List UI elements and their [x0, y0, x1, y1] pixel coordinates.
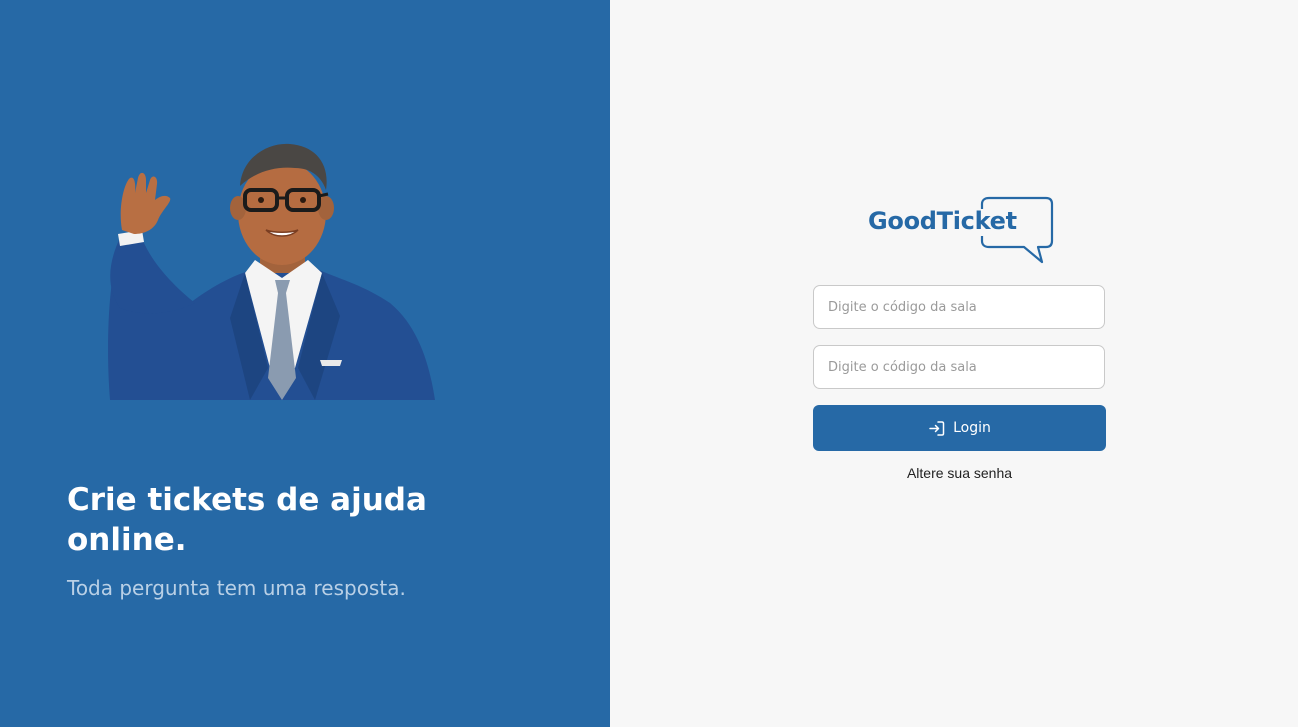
brand-name: GoodTicket — [868, 207, 1017, 235]
login-icon — [929, 420, 945, 436]
login-page: Crie tickets de ajuda online. Toda pergu… — [0, 0, 1298, 727]
hero-panel: Crie tickets de ajuda online. Toda pergu… — [0, 0, 610, 727]
room-code-input[interactable] — [813, 285, 1105, 329]
login-button-label: Login — [953, 420, 991, 436]
room-code-input-2[interactable] — [813, 345, 1105, 389]
hero-subtitle: Toda pergunta tem uma resposta. — [67, 576, 406, 600]
login-button[interactable]: Login — [813, 405, 1106, 451]
hero-title: Crie tickets de ajuda online. — [67, 482, 427, 558]
waving-man-illustration — [108, 143, 435, 400]
goodticket-logo: GoodTicket — [866, 195, 1056, 267]
change-password-link[interactable]: Altere sua senha — [813, 465, 1106, 481]
